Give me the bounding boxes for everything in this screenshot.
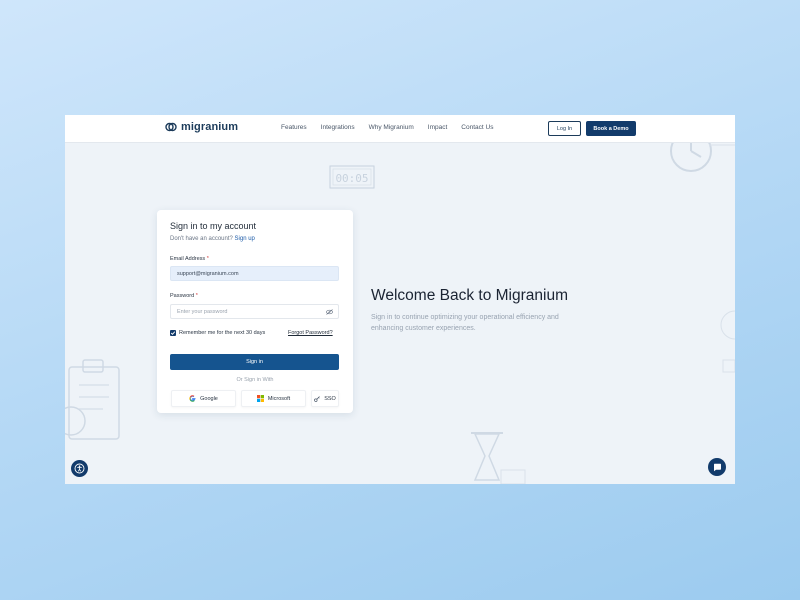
- brand-name: migranium: [181, 121, 239, 133]
- eye-off-icon[interactable]: [326, 309, 333, 315]
- welcome-title: Welcome Back to Migranium: [371, 287, 568, 304]
- signup-link[interactable]: Sign up: [235, 236, 255, 242]
- browser-viewport: 00:05 migranium Features Integrations Wh…: [65, 115, 735, 484]
- signup-prompt: Don't have an account? Sign up: [170, 236, 255, 242]
- chat-button[interactable]: [708, 458, 726, 476]
- signin-title: Sign in to my account: [170, 221, 257, 231]
- clipboard-decoration-icon: [65, 359, 120, 440]
- or-divider-text: Or Sign in With: [236, 377, 274, 383]
- email-value: support@migranium.com: [177, 270, 239, 277]
- microsoft-icon: [256, 395, 264, 402]
- email-label: Email Address *: [170, 256, 209, 262]
- password-label: Password *: [170, 293, 198, 299]
- remember-checkbox[interactable]: [170, 330, 176, 336]
- book-demo-button[interactable]: Book a Demo: [586, 121, 636, 136]
- email-label-text: Email Address: [170, 256, 206, 262]
- signin-card: Sign in to my account Don't have an acco…: [157, 210, 353, 413]
- migranium-logo-icon: [165, 122, 177, 132]
- remember-label: Remember me for the next 30 days: [179, 330, 266, 336]
- top-navbar: migranium Features Integrations Why Migr…: [65, 115, 735, 143]
- checkmark-icon: [170, 331, 176, 335]
- required-mark: *: [195, 293, 198, 299]
- google-label: Google: [200, 395, 218, 402]
- google-icon: [189, 395, 196, 402]
- accessibility-button[interactable]: [71, 460, 88, 477]
- google-signin-button[interactable]: Google: [171, 390, 236, 407]
- signin-button[interactable]: Sign in: [170, 354, 339, 370]
- chat-icon: [713, 463, 721, 471]
- brand-logo[interactable]: migranium: [165, 121, 238, 133]
- nav-link-integrations[interactable]: Integrations: [321, 124, 355, 131]
- welcome-subtitle: Sign in to continue optimizing your oper…: [371, 314, 559, 332]
- key-icon: [314, 395, 320, 402]
- nav-link-impact[interactable]: Impact: [428, 124, 448, 131]
- timer-text: 00:05: [335, 172, 368, 185]
- microsoft-label: Microsoft: [267, 395, 291, 402]
- password-label-text: Password: [170, 293, 195, 299]
- sso-label: SSO: [324, 395, 336, 402]
- no-account-text: Don't have an account?: [170, 236, 233, 242]
- nav-link-features[interactable]: Features: [281, 124, 307, 131]
- hourglass-decoration-icon: [471, 432, 526, 484]
- edge-decoration-icon: [720, 310, 735, 373]
- forgot-password-link[interactable]: Forgot Password?: [288, 330, 333, 336]
- password-field[interactable]: Enter your password: [170, 304, 339, 319]
- nav-link-contact-us[interactable]: Contact Us: [461, 124, 493, 131]
- microsoft-signin-button[interactable]: Microsoft: [241, 390, 306, 407]
- timer-decoration-icon: 00:05: [329, 165, 375, 189]
- password-placeholder: Enter your password: [177, 308, 228, 315]
- required-mark: *: [206, 256, 209, 262]
- accessibility-icon: [74, 463, 85, 474]
- email-field[interactable]: support@migranium.com: [170, 266, 339, 281]
- nav-links: Features Integrations Why Migranium Impa…: [281, 124, 493, 131]
- sso-signin-button[interactable]: SSO: [311, 390, 339, 407]
- login-button[interactable]: Log In: [548, 121, 581, 136]
- nav-link-why-migranium[interactable]: Why Migranium: [369, 124, 414, 131]
